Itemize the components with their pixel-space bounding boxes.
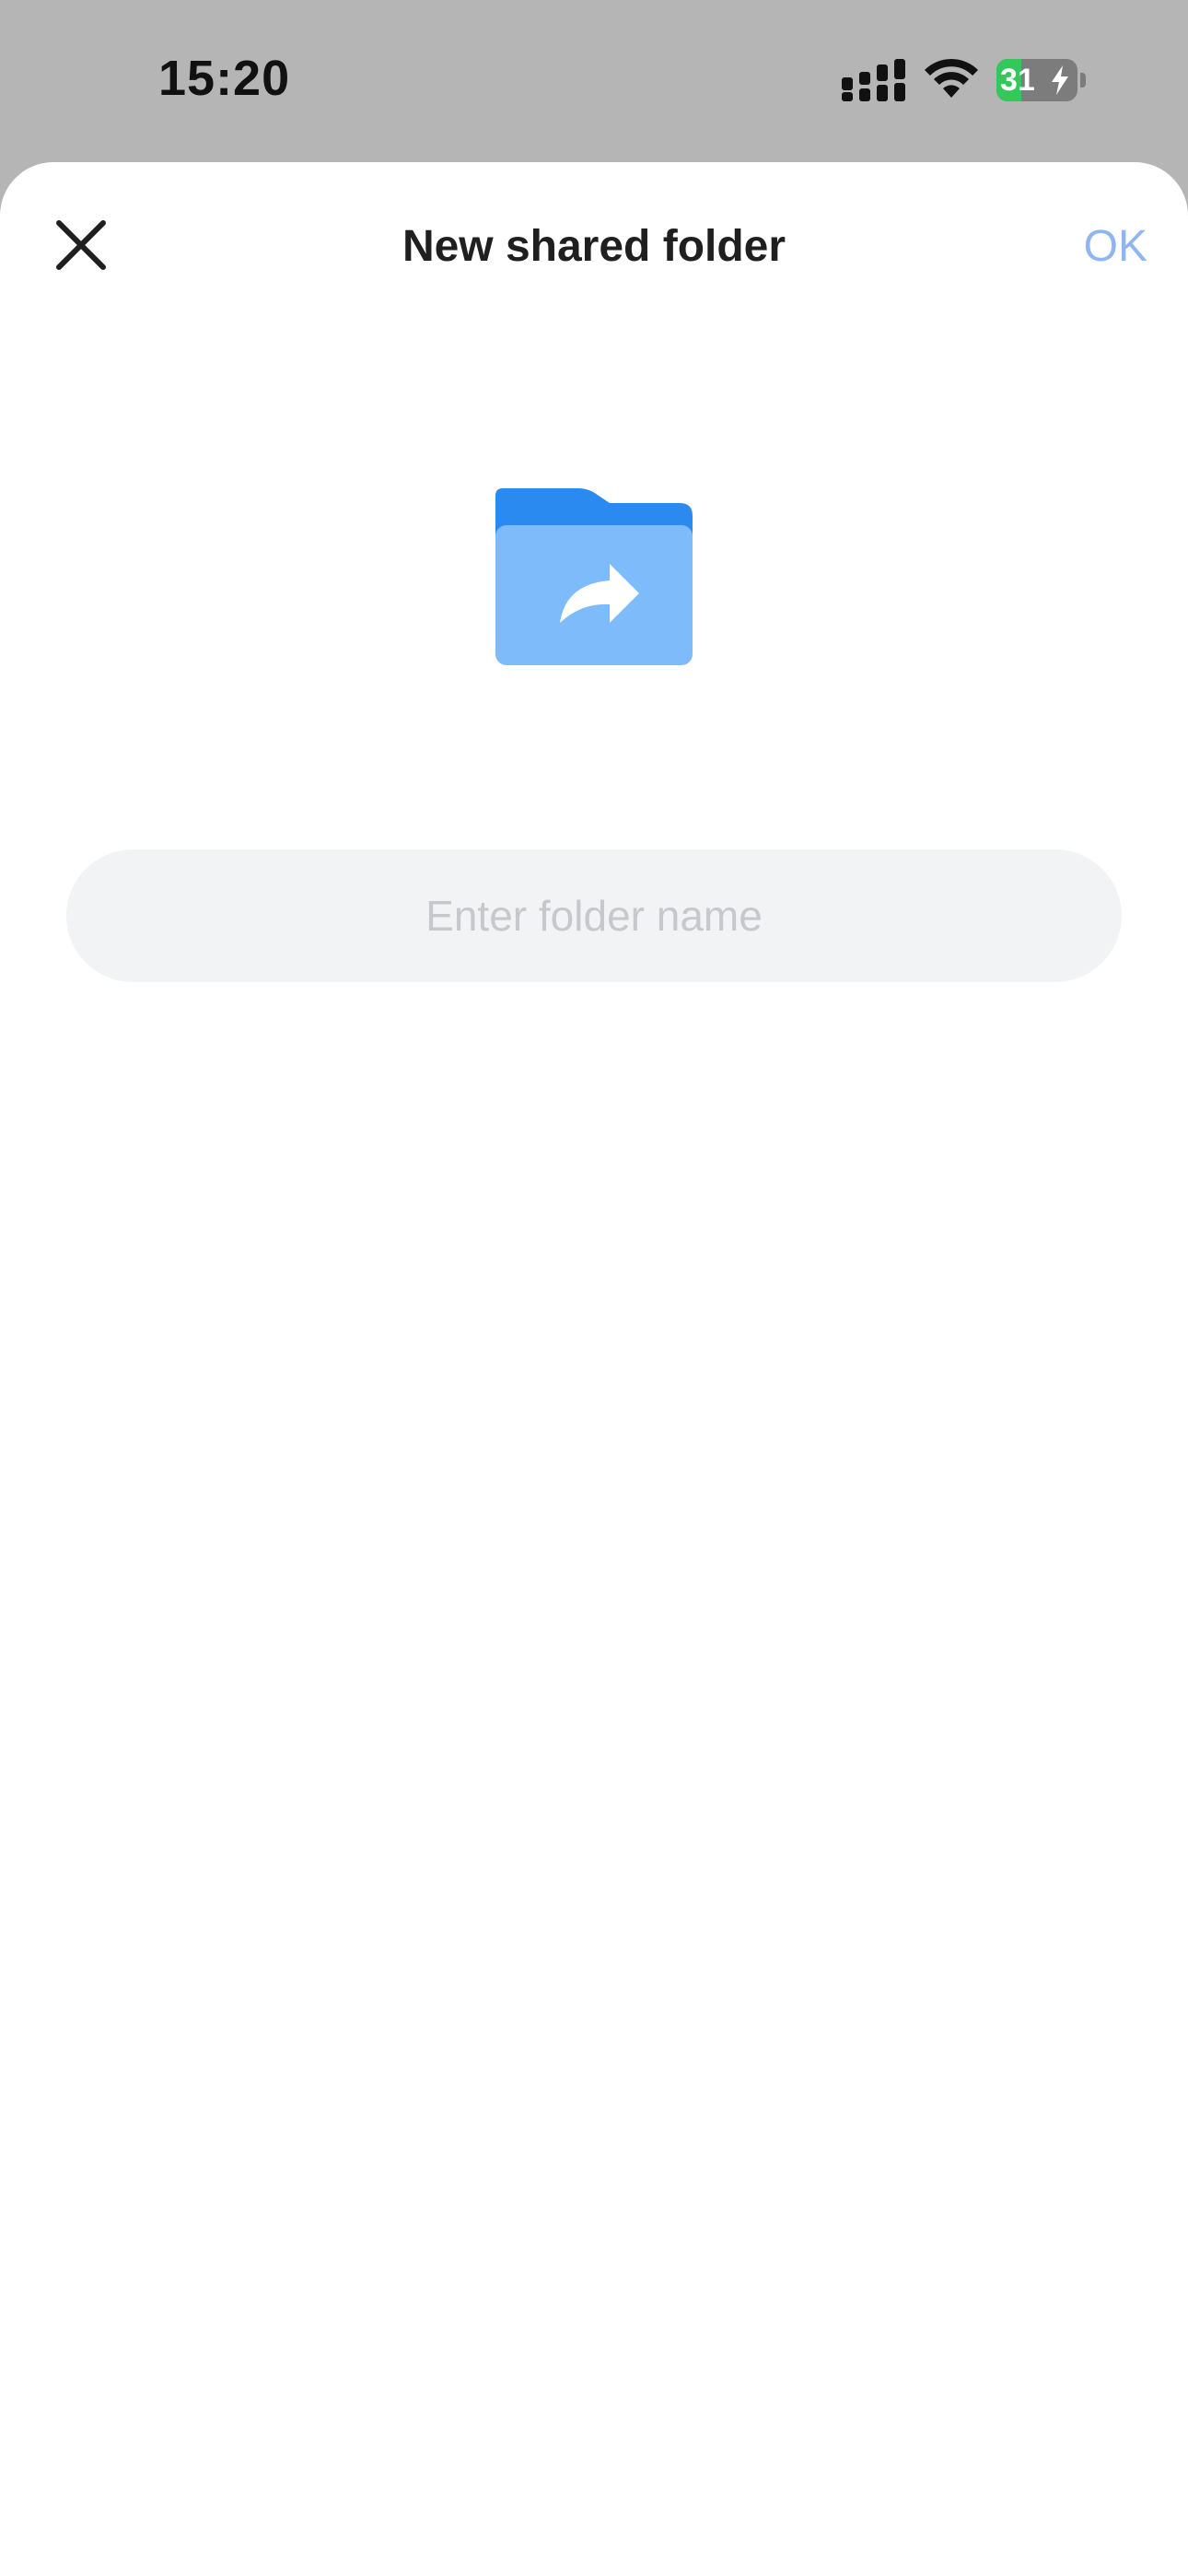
battery-level: 31 [1000,63,1035,98]
folder-name-input[interactable] [66,849,1122,982]
battery-icon: 31 [996,59,1087,101]
wifi-icon [925,58,978,98]
new-folder-sheet: New shared folder OK [0,162,1188,2576]
status-time: 15:20 [158,51,291,106]
battery-body: 31 [996,59,1077,101]
sheet-title: New shared folder [402,222,786,271]
status-bar: 15:20 31 [0,0,1188,162]
signal-icon [842,59,905,101]
shared-folder-icon [495,488,693,665]
battery-cap [1080,73,1086,88]
ok-button[interactable]: OK [1084,210,1147,284]
charging-bolt-icon [1052,65,1068,95]
